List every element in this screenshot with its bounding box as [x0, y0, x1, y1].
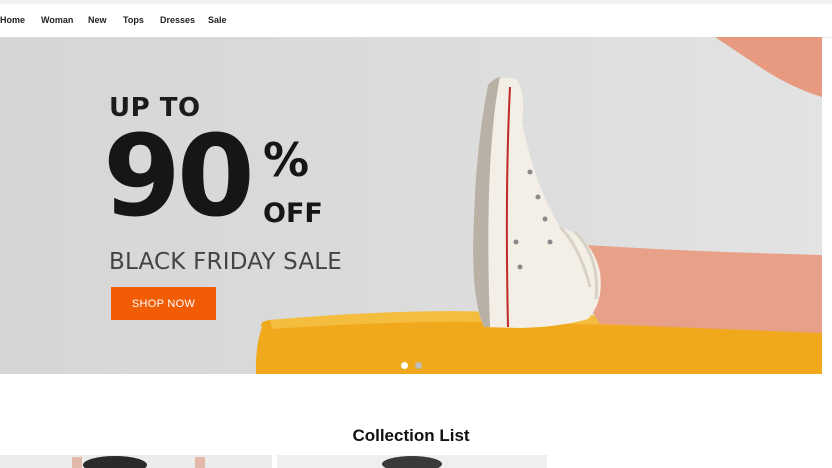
- collection-card-2[interactable]: [277, 455, 547, 468]
- carousel-dot-1[interactable]: [401, 362, 408, 369]
- hero-discount-number: 90: [103, 112, 255, 242]
- collection-image-2: [277, 455, 547, 468]
- carousel-dots: [401, 356, 425, 374]
- nav-item-woman[interactable]: Woman: [41, 15, 73, 25]
- shop-now-button[interactable]: SHOP NOW: [111, 287, 216, 320]
- collection-image-1: [0, 455, 272, 468]
- nav-item-sale[interactable]: Sale: [208, 15, 227, 25]
- leg-upper: [715, 37, 822, 97]
- nav-item-new[interactable]: New: [88, 15, 107, 25]
- nav-item-tops[interactable]: Tops: [123, 15, 144, 25]
- hero-percent-sign: %: [263, 133, 310, 187]
- main-nav: Home Woman New Tops Dresses Sale: [0, 4, 832, 38]
- nav-item-dresses[interactable]: Dresses: [160, 15, 195, 25]
- hero-off-text: OFF: [263, 198, 323, 229]
- hero-subtitle: BLACK FRIDAY SALE: [109, 249, 343, 275]
- collection-list-title: Collection List: [352, 426, 470, 446]
- collection-card-1[interactable]: [0, 455, 272, 468]
- nav-item-home[interactable]: Home: [0, 15, 25, 25]
- carousel-dot-2[interactable]: [415, 362, 423, 369]
- hero-banner: UP TO 90 % OFF BLACK FRIDAY SALE SHOP NO…: [0, 37, 822, 374]
- leg-shin: [582, 245, 822, 333]
